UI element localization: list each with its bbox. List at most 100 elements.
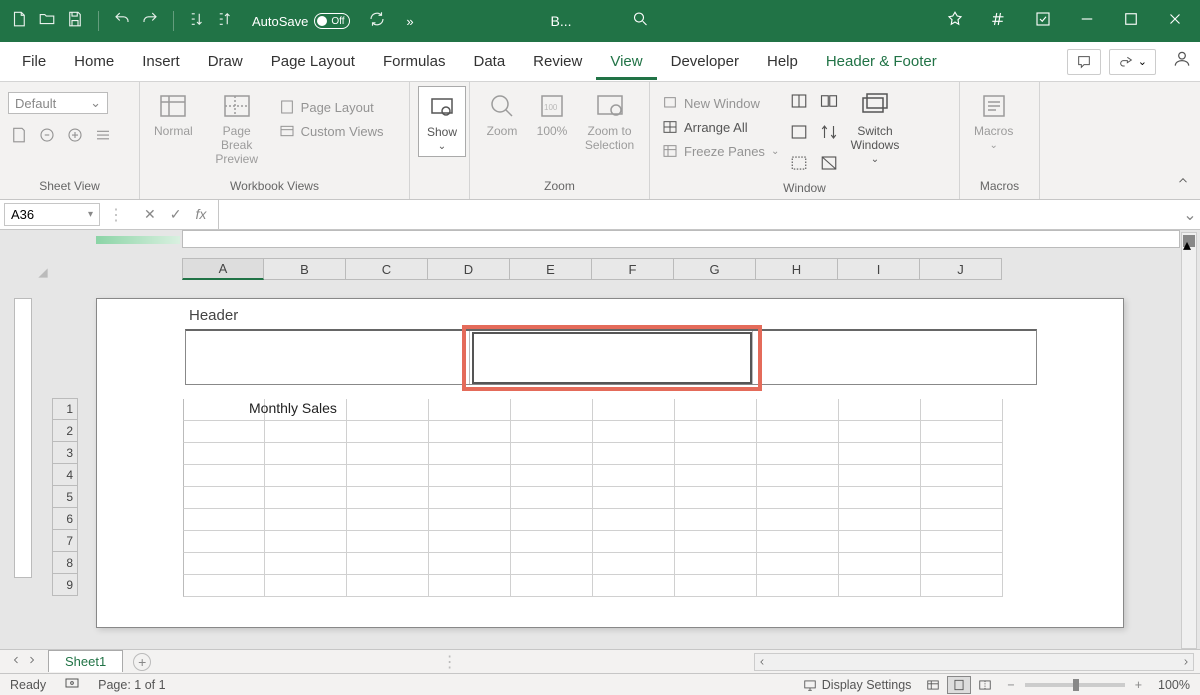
unhide-icon[interactable] bbox=[790, 154, 808, 177]
cancel-formula-icon[interactable]: ✕ bbox=[144, 206, 156, 223]
coming-soon-icon[interactable] bbox=[990, 10, 1008, 33]
reset-pos-icon[interactable] bbox=[820, 154, 838, 177]
page-layout-button[interactable]: Page Layout bbox=[275, 96, 388, 118]
accessibility-icon[interactable] bbox=[64, 675, 80, 694]
col-header[interactable]: G bbox=[674, 258, 756, 280]
select-all-corner[interactable] bbox=[20, 258, 50, 280]
tab-prev-icon[interactable] bbox=[10, 653, 22, 671]
undo-icon[interactable] bbox=[113, 10, 131, 33]
options-icon[interactable] bbox=[94, 126, 112, 149]
vertical-scrollbar[interactable]: ▴ bbox=[1181, 232, 1197, 649]
row-header[interactable]: 7 bbox=[52, 530, 78, 552]
macros-button[interactable]: Macros⌄ bbox=[968, 86, 1019, 155]
sheet-tab[interactable]: Sheet1 bbox=[48, 650, 123, 672]
zoom-in-button[interactable]: + bbox=[1135, 678, 1142, 692]
row-header[interactable]: 1 bbox=[52, 398, 78, 420]
zoom-to-selection-button[interactable]: Zoom to Selection bbox=[578, 86, 641, 156]
normal-view-button[interactable]: Normal bbox=[148, 86, 199, 142]
page-break-preview-button[interactable]: Page Break Preview bbox=[201, 86, 273, 170]
tab-review[interactable]: Review bbox=[519, 43, 596, 80]
add-sheet-button[interactable]: + bbox=[133, 653, 151, 671]
name-box[interactable]: A36▾ bbox=[4, 203, 100, 226]
save-icon[interactable] bbox=[66, 10, 84, 33]
arrange-all-button[interactable]: Arrange All bbox=[658, 116, 788, 138]
col-header[interactable]: F bbox=[592, 258, 674, 280]
enter-formula-icon[interactable]: ✓ bbox=[170, 206, 182, 223]
overflow-icon[interactable]: » bbox=[406, 14, 413, 29]
hide-icon[interactable] bbox=[790, 123, 808, 146]
tab-file[interactable]: File bbox=[8, 43, 60, 80]
switch-windows-button[interactable]: Switch Windows⌄ bbox=[840, 86, 910, 169]
split-icon[interactable] bbox=[790, 92, 808, 115]
keep-icon[interactable] bbox=[10, 126, 28, 149]
redo-icon[interactable] bbox=[141, 10, 159, 33]
ribbon-mode-icon[interactable] bbox=[1034, 10, 1052, 33]
row-header[interactable]: 4 bbox=[52, 464, 78, 486]
cell-grid[interactable]: Monthly Sales bbox=[183, 399, 1003, 597]
col-header[interactable]: J bbox=[920, 258, 1002, 280]
show-button[interactable]: Show⌄ bbox=[418, 86, 466, 157]
exit-icon[interactable] bbox=[38, 126, 56, 149]
row-header[interactable]: 8 bbox=[52, 552, 78, 574]
col-header[interactable]: E bbox=[510, 258, 592, 280]
header-center-input[interactable] bbox=[472, 332, 752, 384]
display-settings-icon[interactable]: Display Settings bbox=[802, 678, 912, 692]
tab-home[interactable]: Home bbox=[60, 43, 128, 80]
tab-developer[interactable]: Developer bbox=[657, 43, 753, 80]
autosave-toggle[interactable]: AutoSave Off bbox=[252, 13, 350, 29]
zoom-level[interactable]: 100% bbox=[1158, 678, 1190, 692]
account-icon[interactable] bbox=[1172, 49, 1192, 74]
freeze-panes-button[interactable]: Freeze Panes⌄ bbox=[658, 140, 788, 162]
zoom-out-button[interactable]: − bbox=[1007, 678, 1014, 692]
col-header[interactable]: C bbox=[346, 258, 428, 280]
tab-page-layout[interactable]: Page Layout bbox=[257, 43, 369, 80]
zoom-button[interactable]: Zoom bbox=[478, 86, 526, 142]
zoom-slider[interactable] bbox=[1025, 683, 1125, 687]
zoom-100-button[interactable]: 100100% bbox=[528, 86, 576, 142]
minimize-icon[interactable] bbox=[1078, 10, 1096, 33]
open-icon[interactable] bbox=[38, 10, 56, 33]
comments-button[interactable] bbox=[1067, 49, 1101, 75]
custom-views-button[interactable]: Custom Views bbox=[275, 120, 388, 142]
page-layout-view-icon[interactable] bbox=[947, 676, 971, 694]
header-right[interactable] bbox=[753, 331, 1036, 384]
sort-asc-icon[interactable] bbox=[188, 10, 206, 33]
new-file-icon[interactable] bbox=[10, 10, 28, 33]
premium-icon[interactable] bbox=[946, 10, 964, 33]
view-side-icon[interactable] bbox=[820, 92, 838, 115]
row-header[interactable]: 3 bbox=[52, 442, 78, 464]
new-window-button[interactable]: New Window bbox=[658, 92, 788, 114]
maximize-icon[interactable] bbox=[1122, 10, 1140, 33]
tab-draw[interactable]: Draw bbox=[194, 43, 257, 80]
search-icon[interactable] bbox=[632, 10, 650, 33]
tab-next-icon[interactable] bbox=[26, 653, 38, 671]
new-icon[interactable] bbox=[66, 126, 84, 149]
tab-insert[interactable]: Insert bbox=[128, 43, 194, 80]
col-header[interactable]: A bbox=[182, 258, 264, 280]
horizontal-scrollbar[interactable] bbox=[754, 653, 1194, 671]
col-header[interactable]: H bbox=[756, 258, 838, 280]
tab-formulas[interactable]: Formulas bbox=[369, 43, 460, 80]
fx-icon[interactable]: fx bbox=[195, 206, 206, 223]
normal-view-icon[interactable] bbox=[921, 676, 945, 694]
share-button[interactable]: ⌄ bbox=[1109, 49, 1156, 75]
row-header[interactable]: 6 bbox=[52, 508, 78, 530]
collapse-ribbon-icon[interactable] bbox=[1176, 174, 1190, 193]
header-left[interactable] bbox=[186, 331, 470, 384]
expand-formula-bar-icon[interactable]: ⌄ bbox=[1180, 205, 1200, 225]
col-header[interactable]: D bbox=[428, 258, 510, 280]
sheet-view-dropdown[interactable]: Default⌄ bbox=[8, 92, 108, 114]
tab-header-footer[interactable]: Header & Footer bbox=[812, 43, 951, 80]
tab-help[interactable]: Help bbox=[753, 43, 812, 80]
formula-input[interactable] bbox=[218, 200, 1180, 229]
tab-view[interactable]: View bbox=[596, 43, 656, 80]
row-header[interactable]: 5 bbox=[52, 486, 78, 508]
sort-desc-icon[interactable] bbox=[216, 10, 234, 33]
col-header[interactable]: B bbox=[264, 258, 346, 280]
col-header[interactable]: I bbox=[838, 258, 920, 280]
sync-scroll-icon[interactable] bbox=[820, 123, 838, 146]
close-icon[interactable] bbox=[1166, 10, 1184, 33]
page-break-view-icon[interactable] bbox=[973, 676, 997, 694]
sync-icon[interactable] bbox=[368, 10, 386, 33]
row-header[interactable]: 9 bbox=[52, 574, 78, 596]
